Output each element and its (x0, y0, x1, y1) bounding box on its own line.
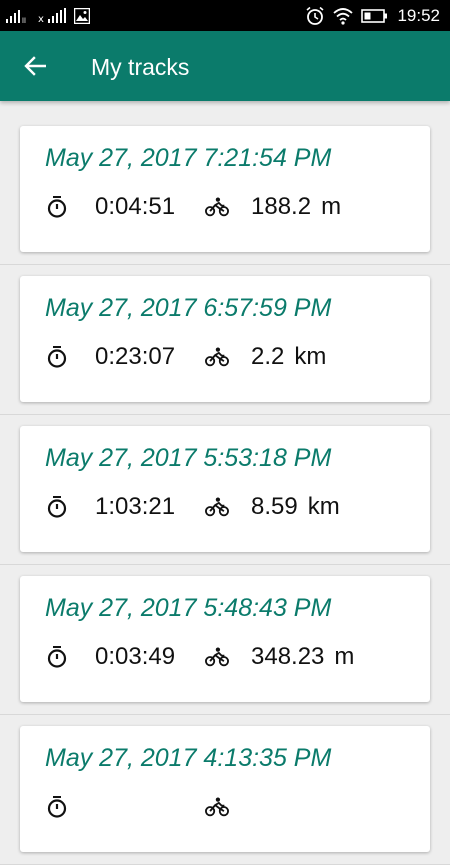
status-time: 19:52 (397, 5, 440, 25)
bicycle-icon (205, 795, 229, 819)
list-item: May 27, 2017 7:21:54 PM 0:04:51 188.2 m (0, 101, 450, 265)
signal-no-sim-icon: x (38, 8, 66, 24)
stopwatch-icon (45, 645, 69, 669)
track-date: May 27, 2017 4:13:35 PM (45, 744, 332, 772)
track-stats: 1:03:21 8.59 km (45, 492, 340, 522)
track-card[interactable]: May 27, 2017 5:48:43 PM 0:03:49 348.23 m (20, 576, 430, 702)
bicycle-icon (205, 495, 229, 519)
status-right-icons: 19:52 (305, 0, 440, 31)
distance-value: 188.2 (251, 193, 312, 220)
back-button[interactable] (16, 47, 54, 85)
distance-value: 2.2 (251, 343, 285, 370)
arrow-back-icon (24, 56, 46, 76)
track-distance: 8.59 km (251, 493, 340, 521)
page-title: My tracks (91, 54, 190, 80)
list-item: May 27, 2017 4:13:35 PM (0, 715, 450, 865)
list-item: May 27, 2017 5:48:43 PM 0:03:49 348.23 m (0, 565, 450, 715)
track-card[interactable]: May 27, 2017 7:21:54 PM 0:04:51 188.2 m (20, 126, 430, 252)
track-distance: 348.23 m (251, 643, 354, 671)
track-card[interactable]: May 27, 2017 4:13:35 PM (20, 726, 430, 852)
stopwatch-icon (45, 195, 69, 219)
track-card[interactable]: May 27, 2017 6:57:59 PM 0:23:07 2.2 km (20, 276, 430, 402)
image-notification-icon (74, 8, 90, 24)
status-bar: ll x 19:52 (0, 0, 450, 31)
track-duration: 0:03:49 (95, 643, 176, 670)
bicycle-icon (205, 645, 229, 669)
bicycle-icon (205, 195, 229, 219)
distance-value: 8.59 (251, 493, 298, 520)
track-duration: 1:03:21 (95, 493, 176, 520)
svg-text:x: x (38, 14, 44, 24)
track-distance: 2.2 km (251, 343, 326, 371)
track-stats (45, 792, 261, 822)
track-stats: 0:04:51 188.2 m (45, 192, 341, 222)
distance-unit: km (307, 493, 340, 520)
track-distance (251, 793, 261, 821)
battery-icon (361, 8, 388, 23)
track-duration: 0:04:51 (95, 193, 176, 220)
stopwatch-icon (45, 795, 69, 819)
svg-text:ll: ll (22, 17, 26, 24)
wifi-icon (333, 7, 354, 25)
track-distance: 188.2 m (251, 193, 341, 221)
track-list[interactable]: May 27, 2017 7:21:54 PM 0:04:51 188.2 m M… (0, 101, 450, 865)
stopwatch-icon (45, 495, 69, 519)
status-left-icons: ll x (6, 7, 90, 25)
distance-unit: m (321, 193, 342, 220)
track-date: May 27, 2017 5:53:18 PM (45, 444, 332, 472)
distance-unit: km (294, 343, 327, 370)
list-item: May 27, 2017 6:57:59 PM 0:23:07 2.2 km (0, 265, 450, 415)
track-stats: 0:03:49 348.23 m (45, 642, 354, 672)
track-date: May 27, 2017 7:21:54 PM (45, 144, 332, 172)
track-date: May 27, 2017 6:57:59 PM (45, 294, 332, 322)
track-date: May 27, 2017 5:48:43 PM (45, 594, 332, 622)
stopwatch-icon (45, 345, 69, 369)
list-item: May 27, 2017 5:53:18 PM 1:03:21 8.59 km (0, 415, 450, 565)
track-card[interactable]: May 27, 2017 5:53:18 PM 1:03:21 8.59 km (20, 426, 430, 552)
track-duration: 0:23:07 (95, 343, 176, 370)
app-bar: My tracks (0, 31, 450, 101)
alarm-icon (306, 6, 324, 25)
bicycle-icon (205, 345, 229, 369)
signal-icon: ll (6, 10, 26, 24)
track-stats: 0:23:07 2.2 km (45, 342, 326, 372)
distance-value: 348.23 (251, 643, 325, 670)
distance-unit: m (334, 643, 355, 670)
